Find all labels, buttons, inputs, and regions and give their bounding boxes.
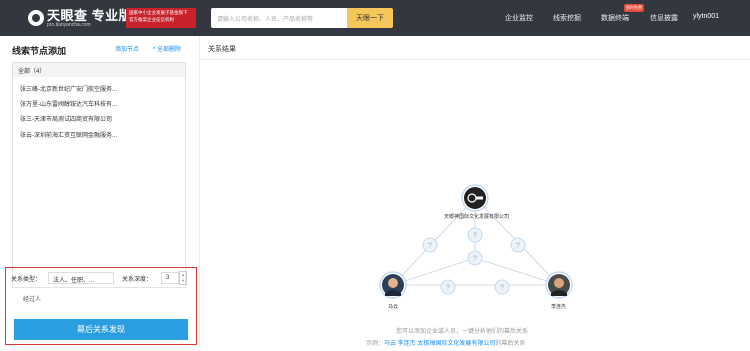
list-item[interactable]: 张万里-山东雷阀醇铵达汽车科技有...	[20, 99, 117, 108]
unknown-nodes: ? ? ? ? ? ?	[422, 227, 526, 295]
search-input[interactable]: 请输入公司名称、人名、产品名称等	[211, 8, 347, 28]
relation-graph: ? ? ? ? ? ?	[379, 184, 573, 299]
person-type: 经过人	[23, 297, 42, 303]
eye-logo-icon	[28, 10, 44, 26]
left-panel: 线索节点添加 添加节点 * 全部删除 全部（4） 张三峰-北京新世纪广安门航空服…	[0, 36, 199, 351]
logo-text: 天眼查 专业版	[47, 7, 133, 23]
top-header: 天眼查 专业版 pro.tianyancha.com 国家中小企业发展子基金旗下…	[0, 0, 750, 36]
list-header: 全部（4）	[13, 63, 185, 77]
example-text: 示例：马云 李连杰 太极禅国际文化发展有限公司的幕后关系	[366, 338, 525, 347]
person-node-right[interactable]	[545, 271, 573, 299]
company-node[interactable]	[461, 184, 489, 212]
relation-depth-label: 关系深度：	[122, 277, 153, 283]
unknown-node-icon[interactable]: ?	[467, 227, 483, 243]
svg-text:?: ?	[473, 233, 477, 240]
svg-text:?: ?	[516, 243, 520, 250]
svg-text:?: ?	[428, 243, 432, 250]
person-node-left[interactable]	[379, 271, 407, 299]
logo[interactable]: 天眼查 专业版 pro.tianyancha.com	[28, 8, 132, 28]
svg-text:?: ?	[473, 256, 477, 263]
company-label: 天眼神国际文化发展有限公司	[444, 214, 510, 220]
example-prefix: 示例：	[366, 341, 385, 347]
list-item[interactable]: 张云-深圳前海汇资互联网金融服务...	[20, 130, 117, 139]
nav-enterprise-monitor[interactable]: 企业监控	[505, 13, 533, 23]
person-right-label: 李连杰	[551, 304, 567, 310]
relation-type-label: 关系类型：	[11, 277, 42, 283]
panel-title: 线索节点添加	[12, 46, 67, 56]
nav-lead-mining[interactable]: 线索挖掘	[553, 13, 581, 23]
logo-subtext: pro.tianyancha.com	[47, 21, 91, 28]
unknown-node-icon[interactable]: ?	[510, 237, 526, 253]
example-suffix: 的幕后关系	[495, 341, 526, 347]
list-item[interactable]: 张三峰-北京新世纪广安门航空服务...	[20, 84, 117, 93]
svg-text:?: ?	[500, 285, 504, 292]
promo-badge[interactable]: 国家中小企业发展子基金旗下 官方备案企业征信机构	[126, 8, 196, 28]
right-panel: 关系结果 ? ? ? ? ? ? 天眼神国际文化发展有限公司 马云 李连杰 您可…	[199, 36, 750, 351]
hint-text: 您可以添加企业或人员，一键分析他们的幕后关系	[396, 329, 529, 335]
search-button[interactable]: 天眼一下	[347, 8, 393, 28]
unknown-node-icon[interactable]: ?	[494, 279, 510, 295]
depth-stepper-icon[interactable]: ▲ ▼	[179, 271, 187, 285]
relation-depth-input[interactable]: 3	[161, 272, 179, 284]
free-badge: 限时免费	[624, 4, 644, 12]
user-menu[interactable]: ylytn001	[693, 13, 719, 20]
node-list: 全部（4） 张三峰-北京新世纪广安门航空服务... 张万里-山东雷阀醇铵达汽车科…	[12, 62, 186, 288]
clear-all-link[interactable]: * 全部删除	[153, 44, 181, 53]
nav-data-terminal[interactable]: 数据终端	[601, 13, 629, 23]
unknown-node-icon[interactable]: ?	[440, 279, 456, 295]
example-link[interactable]: 马云 李连杰 太极禅国际文化发展有限公司	[384, 341, 495, 347]
person-left-label: 马云	[388, 304, 399, 310]
unknown-node-icon[interactable]: ?	[422, 237, 438, 253]
nav-disclosure[interactable]: 信息披露	[650, 13, 678, 23]
svg-text:?: ?	[446, 285, 450, 292]
unknown-node-icon[interactable]: ?	[467, 250, 483, 266]
relation-query-box: 关系类型： 法人、任职、... 关系深度： 3 ▲ ▼ 经过人 幕后关系发现	[5, 267, 197, 345]
relation-type-select[interactable]: 法人、任职、...	[48, 272, 114, 284]
list-item[interactable]: 张三-天津市局测试四商贸有限公司	[20, 114, 112, 123]
add-node-link[interactable]: 添加节点	[115, 44, 139, 53]
discover-button[interactable]: 幕后关系发现	[14, 319, 188, 340]
